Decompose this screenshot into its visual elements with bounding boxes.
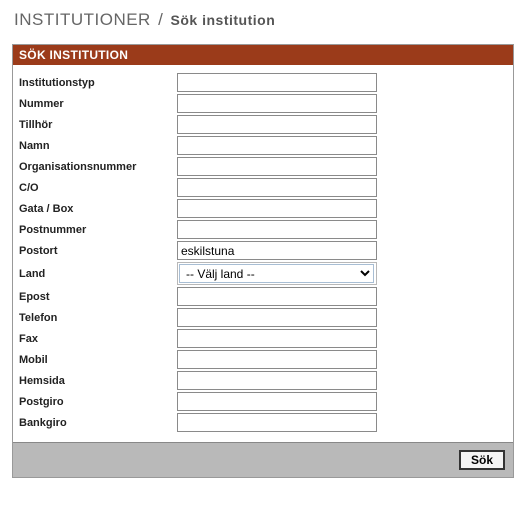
row-tillhor: Tillhör xyxy=(17,115,509,134)
input-orgnr[interactable] xyxy=(177,157,377,176)
row-epost: Epost xyxy=(17,287,509,306)
label-bankgiro: Bankgiro xyxy=(17,417,177,429)
label-orgnr: Organisationsnummer xyxy=(17,161,177,173)
input-bankgiro[interactable] xyxy=(177,413,377,432)
input-gata[interactable] xyxy=(177,199,377,218)
title-main: INSTITUTIONER xyxy=(14,10,151,29)
label-hemsida: Hemsida xyxy=(17,375,177,387)
label-epost: Epost xyxy=(17,291,177,303)
input-postort[interactable] xyxy=(177,241,377,260)
footer-bar: Sök xyxy=(13,442,513,477)
title-sub: Sök institution xyxy=(171,12,276,28)
select-wrap-land: -- Välj land -- xyxy=(177,262,377,285)
input-mobil[interactable] xyxy=(177,350,377,369)
label-nummer: Nummer xyxy=(17,98,177,110)
label-postort: Postort xyxy=(17,245,177,257)
row-land: Land -- Välj land -- xyxy=(17,262,509,285)
row-postnummer: Postnummer xyxy=(17,220,509,239)
input-postnummer[interactable] xyxy=(177,220,377,239)
row-nummer: Nummer xyxy=(17,94,509,113)
search-button[interactable]: Sök xyxy=(459,450,505,470)
label-fax: Fax xyxy=(17,333,177,345)
label-namn: Namn xyxy=(17,140,177,152)
form-area: Institutionstyp Nummer Tillhör Namn Orga… xyxy=(13,65,513,442)
row-institutionstyp: Institutionstyp xyxy=(17,73,509,92)
row-postgiro: Postgiro xyxy=(17,392,509,411)
label-mobil: Mobil xyxy=(17,354,177,366)
label-postnummer: Postnummer xyxy=(17,224,177,236)
row-namn: Namn xyxy=(17,136,509,155)
input-hemsida[interactable] xyxy=(177,371,377,390)
row-hemsida: Hemsida xyxy=(17,371,509,390)
label-co: C/O xyxy=(17,182,177,194)
row-gata: Gata / Box xyxy=(17,199,509,218)
input-namn[interactable] xyxy=(177,136,377,155)
input-institutionstyp[interactable] xyxy=(177,73,377,92)
input-postgiro[interactable] xyxy=(177,392,377,411)
input-tillhor[interactable] xyxy=(177,115,377,134)
input-telefon[interactable] xyxy=(177,308,377,327)
row-bankgiro: Bankgiro xyxy=(17,413,509,432)
input-epost[interactable] xyxy=(177,287,377,306)
input-fax[interactable] xyxy=(177,329,377,348)
label-gata: Gata / Box xyxy=(17,203,177,215)
label-telefon: Telefon xyxy=(17,312,177,324)
panel-header: SÖK INSTITUTION xyxy=(13,45,513,65)
row-fax: Fax xyxy=(17,329,509,348)
title-separator: / xyxy=(158,10,163,29)
input-nummer[interactable] xyxy=(177,94,377,113)
row-orgnr: Organisationsnummer xyxy=(17,157,509,176)
select-land[interactable]: -- Välj land -- xyxy=(179,264,374,283)
label-institutionstyp: Institutionstyp xyxy=(17,77,177,89)
row-postort: Postort xyxy=(17,241,509,260)
label-postgiro: Postgiro xyxy=(17,396,177,408)
row-telefon: Telefon xyxy=(17,308,509,327)
label-tillhor: Tillhör xyxy=(17,119,177,131)
row-co: C/O xyxy=(17,178,509,197)
label-land: Land xyxy=(17,268,177,280)
input-co[interactable] xyxy=(177,178,377,197)
row-mobil: Mobil xyxy=(17,350,509,369)
page-title: INSTITUTIONER / Sök institution xyxy=(14,10,518,30)
search-panel: SÖK INSTITUTION Institutionstyp Nummer T… xyxy=(12,44,514,478)
